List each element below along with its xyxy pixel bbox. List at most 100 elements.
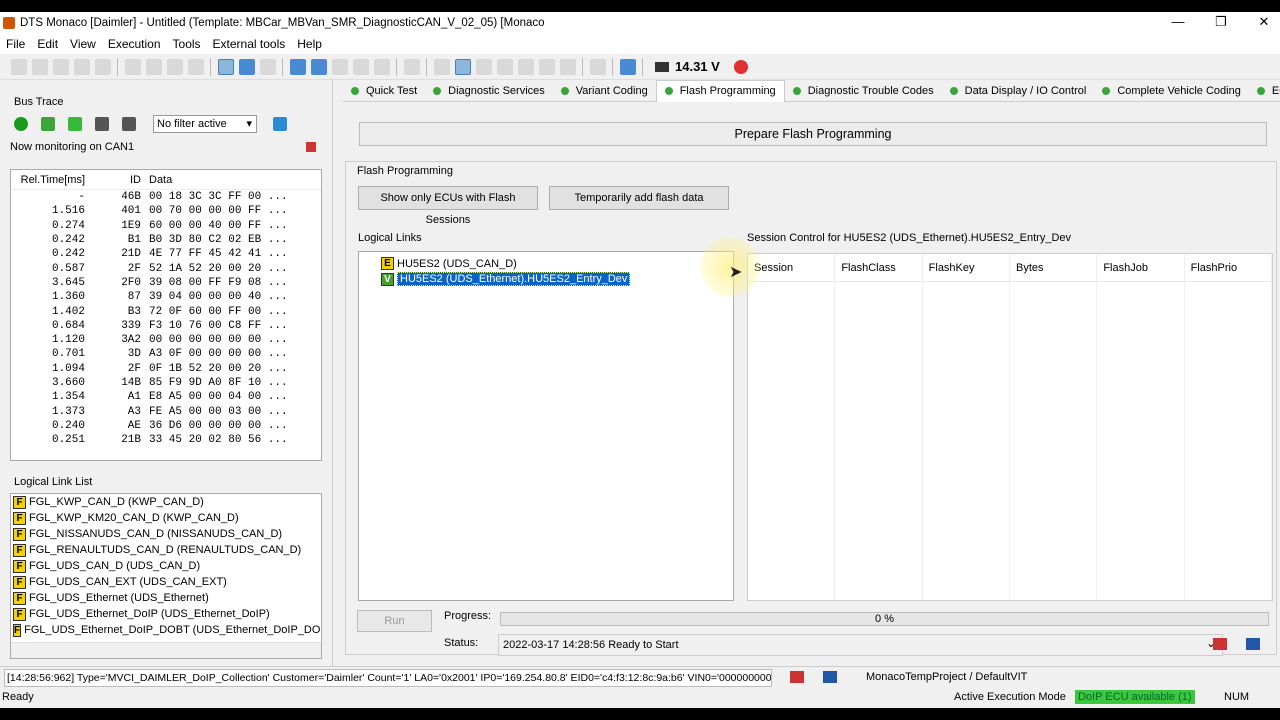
car-icon[interactable] (517, 58, 534, 75)
menu-external-tools[interactable]: External tools (207, 37, 292, 51)
eraser-icon[interactable] (1213, 638, 1227, 650)
status-select[interactable]: 2022-03-17 14:28:56 Ready to Start (498, 633, 1223, 656)
menu-file[interactable]: File (0, 37, 31, 51)
play-icon[interactable] (68, 117, 82, 131)
tab-diagnostic-trouble-codes[interactable]: Diagnostic Trouble Codes (785, 80, 942, 102)
trace-row[interactable]: 0.701 3D A3 0F 00 00 00 00 ... (11, 347, 321, 361)
link-list-item[interactable]: F FGL_KWP_CAN_D (KWP_CAN_D) (11, 494, 321, 510)
col-session[interactable]: Session (748, 254, 836, 281)
save-disk-icon[interactable] (94, 58, 111, 75)
temporarily-add-flash-button[interactable]: Temporarily add flash data (549, 186, 729, 210)
open-folder-icon[interactable] (52, 58, 69, 75)
power-icon[interactable] (14, 117, 28, 131)
cut-icon[interactable] (124, 58, 141, 75)
link-list-item[interactable]: F FGL_KWP_KM20_CAN_D (KWP_CAN_D) (11, 510, 321, 526)
trace-row[interactable]: 3.645 2F0 39 08 00 FF F9 08 ... (11, 276, 321, 290)
trace-row[interactable]: 0.240 AE 36 D6 00 00 00 00 ... (11, 419, 321, 433)
tab-flash-programming[interactable]: Flash Programming (655, 79, 785, 102)
menu-help[interactable]: Help (291, 37, 328, 51)
close-button[interactable]: ✕ (1242, 12, 1280, 34)
layout-3-icon[interactable] (259, 58, 276, 75)
prepare-flash-button[interactable]: Prepare Flash Programming (359, 122, 1267, 146)
help-icon[interactable] (619, 58, 636, 75)
clear-log-icon[interactable] (790, 671, 804, 683)
save-icon[interactable] (73, 58, 90, 75)
layout-2-icon[interactable] (238, 58, 255, 75)
exit-icon[interactable] (1246, 638, 1260, 650)
log-select[interactable]: [14:28:56:962] Type='MVCI_DAIMLER_DoIP_C… (4, 669, 772, 687)
ecu-icon[interactable] (454, 58, 471, 75)
trace-row[interactable]: 0.587 2F 52 1A 52 20 00 20 ... (11, 261, 321, 275)
menu-edit[interactable]: Edit (31, 37, 64, 51)
link-list-item[interactable]: F FGL_UDS_Ethernet_DoIP (UDS_Ethernet_DoI… (11, 606, 321, 622)
link-list-item[interactable]: F FGL_UDS_Ethernet (UDS_Ethernet) (11, 590, 321, 606)
tab-complete-vehicle-coding[interactable]: Complete Vehicle Coding (1094, 80, 1249, 102)
trace-row[interactable]: 0.242 B1 B0 3D 80 C2 02 EB ... (11, 233, 321, 247)
link-list-item[interactable]: F FGL_UDS_Ethernet_DoIP_DOBT (UDS_Etherne… (11, 622, 321, 638)
filter-icon[interactable] (273, 117, 287, 131)
tab-quick-test[interactable]: Quick Test (343, 80, 425, 102)
link-list-item[interactable]: F FGL_NISSANUDS_CAN_D (NISSANUDS_CAN_D) (11, 526, 321, 542)
link-list-item[interactable]: F FGL_UDS_CAN_D (UDS_CAN_D) (11, 558, 321, 574)
stop-icon[interactable] (733, 59, 748, 74)
tab-data-display[interactable]: Data Display / IO Control (942, 80, 1095, 102)
tab-ecu-exchange[interactable]: ECU Ex (1249, 80, 1280, 102)
col-id[interactable]: ID (85, 174, 141, 186)
stop-square-icon[interactable] (310, 58, 327, 75)
col-data[interactable]: Data (141, 174, 311, 186)
trace-row[interactable]: 1.360 87 39 04 00 00 00 40 ... (11, 290, 321, 304)
trace-row[interactable]: 1.094 2F 0F 1B 52 20 00 20 ... (11, 362, 321, 376)
trace-row[interactable]: 1.120 3A2 00 00 00 00 00 00 ... (11, 333, 321, 347)
col-flashprio[interactable]: FlashPrio (1185, 254, 1272, 281)
trace-row[interactable]: 1.516 401 00 70 00 00 00 FF ... (11, 204, 321, 218)
trace-row[interactable]: 0.251 21B 33 45 20 02 80 56 ... (11, 433, 321, 447)
clear-icon[interactable] (122, 117, 136, 131)
filter-select[interactable]: No filter active (153, 115, 257, 133)
run-button[interactable]: Run (357, 610, 432, 632)
trace-row[interactable]: 0.242 21D 4E 77 FF 45 42 41 ... (11, 247, 321, 261)
record-icon[interactable] (331, 58, 348, 75)
trace-row[interactable]: 1.402 B3 72 0F 60 00 FF 00 ... (11, 304, 321, 318)
show-only-flash-ecus-button[interactable]: Show only ECUs with Flash Sessions (358, 186, 538, 226)
menu-view[interactable]: View (64, 37, 102, 51)
col-flashjob[interactable]: FlashJob (1097, 254, 1185, 281)
refresh-icon[interactable] (373, 58, 390, 75)
restore-button[interactable]: ❐ (1199, 12, 1243, 34)
link-hu5es2-ethernet[interactable]: V HU5ES2 (UDS_Ethernet).HU5ES2_Entry_Dev (381, 272, 631, 286)
menu-execution[interactable]: Execution (102, 37, 167, 51)
minimize-button[interactable]: — (1156, 12, 1200, 34)
col-flashclass[interactable]: FlashClass (835, 254, 923, 281)
tools-icon[interactable] (496, 58, 513, 75)
col-reltime[interactable]: Rel.Time[ms] (11, 174, 85, 186)
col-flashkey[interactable]: FlashKey (923, 254, 1010, 281)
brush-icon[interactable] (433, 58, 450, 75)
network-icon[interactable] (475, 58, 492, 75)
trace-row[interactable]: 0.684 339 F3 10 76 00 C8 FF ... (11, 319, 321, 333)
pause-icon[interactable] (352, 58, 369, 75)
print-icon[interactable] (589, 58, 606, 75)
link-list-item[interactable]: F FGL_UDS_CAN_EXT (UDS_CAN_EXT) (11, 574, 321, 590)
export-log-icon[interactable] (823, 671, 837, 683)
trace-row[interactable]: 0.274 1E9 60 00 00 40 00 FF ... (11, 219, 321, 233)
col-bytes[interactable]: Bytes (1010, 254, 1098, 281)
paste-icon[interactable] (166, 58, 183, 75)
settings-icon[interactable] (538, 58, 555, 75)
link-list-item[interactable]: F FGL_RENAULTUDS_CAN_D (RENAULTUDS_CAN_D) (11, 542, 321, 558)
trace-row[interactable]: - 46B 00 18 3C 3C FF 00 ... (11, 190, 321, 204)
delete-icon[interactable] (187, 58, 204, 75)
connect-icon[interactable] (289, 58, 306, 75)
horizontal-scrollbar[interactable] (11, 642, 321, 658)
edit-icon[interactable] (403, 58, 420, 75)
layout-1-icon[interactable] (217, 58, 234, 75)
trace-row[interactable]: 1.354 A1 E8 A5 00 00 04 00 ... (11, 390, 321, 404)
stop-trace-icon[interactable] (95, 117, 109, 131)
trace-row[interactable]: 1.373 A3 FE A5 00 00 03 00 ... (11, 404, 321, 418)
link-hu5es2-can[interactable]: E HU5ES2 (UDS_CAN_D) (381, 257, 517, 270)
copy-icon[interactable] (145, 58, 162, 75)
pin-icon[interactable] (306, 142, 316, 152)
tab-diagnostic-services[interactable]: Diagnostic Services (425, 80, 553, 102)
upload-icon[interactable] (41, 117, 55, 131)
menu-tools[interactable]: Tools (167, 37, 207, 51)
document-icon[interactable] (559, 58, 576, 75)
tab-variant-coding[interactable]: Variant Coding (553, 80, 656, 102)
